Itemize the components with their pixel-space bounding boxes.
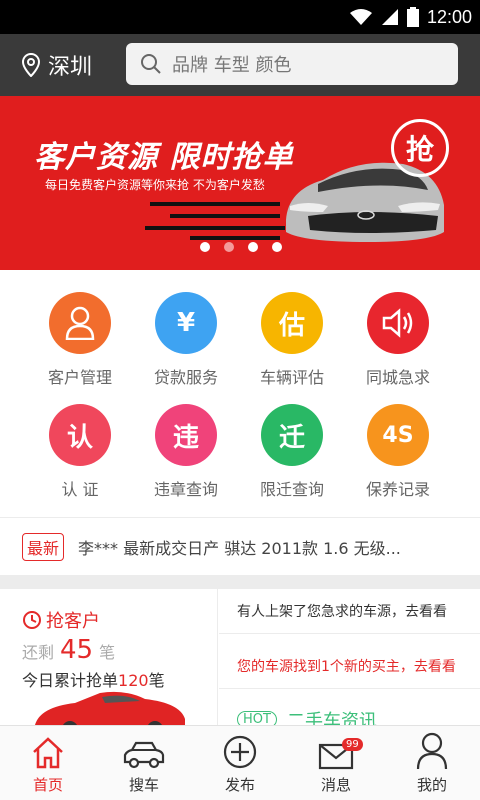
info-row-wanted-car[interactable]: 有人上架了您急求的车源，去看看 — [219, 589, 480, 634]
speed-line — [170, 214, 280, 218]
remaining-prefix: 还剩 — [22, 643, 55, 662]
clock: 12:00 — [426, 6, 472, 27]
section-divider — [0, 575, 480, 589]
carousel-dot[interactable] — [200, 242, 210, 252]
grid-item-urgent-request[interactable]: 同城急求 — [338, 280, 458, 390]
grid-item-label: 客户管理 — [47, 368, 112, 387]
carousel-dot[interactable] — [248, 242, 258, 252]
grab-order-badge: 抢 — [391, 119, 449, 177]
remaining-unit: 笔 — [99, 643, 116, 662]
transfer-icon: 迁 — [261, 404, 323, 466]
tab-home[interactable]: 首页 — [0, 726, 96, 800]
grid-item-violation-query[interactable]: 违 违章查询 — [126, 392, 246, 502]
grid-item-label: 贷款服务 — [153, 368, 218, 387]
grab-customer-title: 抢客户 — [22, 607, 100, 633]
grid-item-transfer-query[interactable]: 迁 限迁查询 — [232, 392, 352, 502]
battery-icon — [406, 7, 419, 27]
tab-messages[interactable]: 99 消息 — [288, 726, 384, 800]
info-list: 有人上架了您急求的车源，去看看 您的车源找到1个新的买主，去看看 HOT 二手车… — [219, 589, 480, 732]
location-pin-icon — [22, 53, 40, 77]
speed-line — [145, 226, 285, 230]
banner-subtitle: 每日免费客户资源等你来抢 不为客户发愁 — [45, 178, 265, 192]
ticker-text: 李*** 最新成交日产 骐达 2011款 1.6 无级... — [78, 538, 401, 558]
grid-item-label: 保养记录 — [365, 480, 430, 499]
carousel-dot[interactable] — [272, 242, 282, 252]
estimate-glyph: 估 — [278, 310, 305, 341]
tab-mine[interactable]: 我的 — [384, 726, 480, 800]
top-header: 深圳 品牌 车型 颜色 — [0, 34, 480, 96]
signal-icon — [381, 9, 398, 25]
city-name: 深圳 — [48, 55, 93, 80]
certify-glyph: 认 — [66, 422, 93, 453]
grab-customer-card[interactable]: 抢客户 还剩 45 笔 今日累计抢单120笔 — [0, 589, 218, 725]
wifi-icon — [349, 9, 372, 25]
search-placeholder: 品牌 车型 颜色 — [172, 55, 292, 76]
grid-item-label: 车辆评估 — [259, 368, 324, 387]
user-icon — [416, 732, 448, 770]
promo-banner[interactable]: 客户资源 限时抢单 每日免费客户资源等你来抢 不为客户发愁 抢 — [0, 96, 480, 270]
clock-icon — [23, 611, 41, 629]
banner-title: 客户资源 限时抢单 — [34, 140, 294, 175]
tab-search-car[interactable]: 搜车 — [96, 726, 192, 800]
violation-glyph: 违 — [172, 422, 199, 453]
yen-glyph: ¥ — [176, 308, 196, 338]
grid-item-maintenance-record[interactable]: 4S 保养记录 — [338, 392, 458, 502]
certify-icon: 认 — [49, 404, 111, 466]
grid-item-vehicle-estimate[interactable]: 估 车辆评估 — [232, 280, 352, 390]
grab-customer-label: 抢客户 — [46, 611, 100, 632]
message-count-badge: 99 — [342, 738, 363, 751]
speed-line — [150, 202, 280, 206]
info-row-text: 有人上架了您急求的车源，去看看 — [237, 604, 447, 620]
info-row-new-buyer[interactable]: 您的车源找到1个新的买主，去看看 — [219, 644, 480, 689]
function-grid: 客户管理 ¥ 贷款服务 估 车辆评估 同城急求 认 认 证 违 违章查询 迁 限… — [0, 280, 480, 502]
grid-item-certify[interactable]: 认 认 证 — [20, 392, 140, 502]
speed-line — [190, 236, 280, 240]
car-icon — [123, 741, 165, 769]
search-icon — [141, 54, 161, 74]
speaker-icon — [367, 292, 429, 354]
red-car-image — [35, 691, 185, 725]
bottom-tab-bar: 首页 搜车 发布 99 消息 我的 — [0, 725, 480, 800]
carousel-dots — [200, 242, 282, 252]
latest-badge: 最新 — [22, 532, 65, 561]
violation-icon: 违 — [155, 404, 217, 466]
tab-label: 发布 — [224, 776, 255, 794]
4s-glyph: 4S — [382, 422, 414, 448]
city-selector[interactable]: 深圳 — [22, 48, 92, 82]
grid-item-label: 同城急求 — [365, 368, 430, 387]
transfer-glyph: 迁 — [278, 422, 305, 453]
carousel-dot-active[interactable] — [224, 242, 234, 252]
info-row-text: 您的车源找到1个新的买主，去看看 — [237, 659, 456, 675]
plus-circle-icon — [223, 735, 257, 769]
tab-label: 搜车 — [128, 776, 159, 794]
estimate-icon: 估 — [261, 292, 323, 354]
remaining-count: 还剩 45 笔 — [22, 635, 115, 665]
person-icon — [49, 292, 111, 354]
grid-item-customer-management[interactable]: 客户管理 — [20, 280, 140, 390]
4s-icon: 4S — [367, 404, 429, 466]
home-icon — [33, 737, 63, 769]
grid-item-label: 认 证 — [61, 480, 99, 499]
grid-item-label: 限迁查询 — [259, 480, 324, 499]
search-input[interactable]: 品牌 车型 颜色 — [126, 43, 458, 85]
tab-publish[interactable]: 发布 — [192, 726, 288, 800]
tab-label: 消息 — [320, 776, 351, 794]
tab-label: 首页 — [32, 776, 63, 794]
status-bar: 12:00 — [0, 0, 480, 34]
news-ticker[interactable]: 最新 李*** 最新成交日产 骐达 2011款 1.6 无级... — [0, 517, 480, 575]
feature-cards: 抢客户 还剩 45 笔 今日累计抢单120笔 有人上架了您急求的车源，去看看 您… — [0, 589, 480, 732]
tab-label: 我的 — [416, 776, 447, 794]
grid-item-loan-service[interactable]: ¥ 贷款服务 — [126, 280, 246, 390]
yen-icon: ¥ — [155, 292, 217, 354]
remaining-number: 45 — [60, 635, 94, 665]
grid-item-label: 违章查询 — [153, 480, 218, 499]
